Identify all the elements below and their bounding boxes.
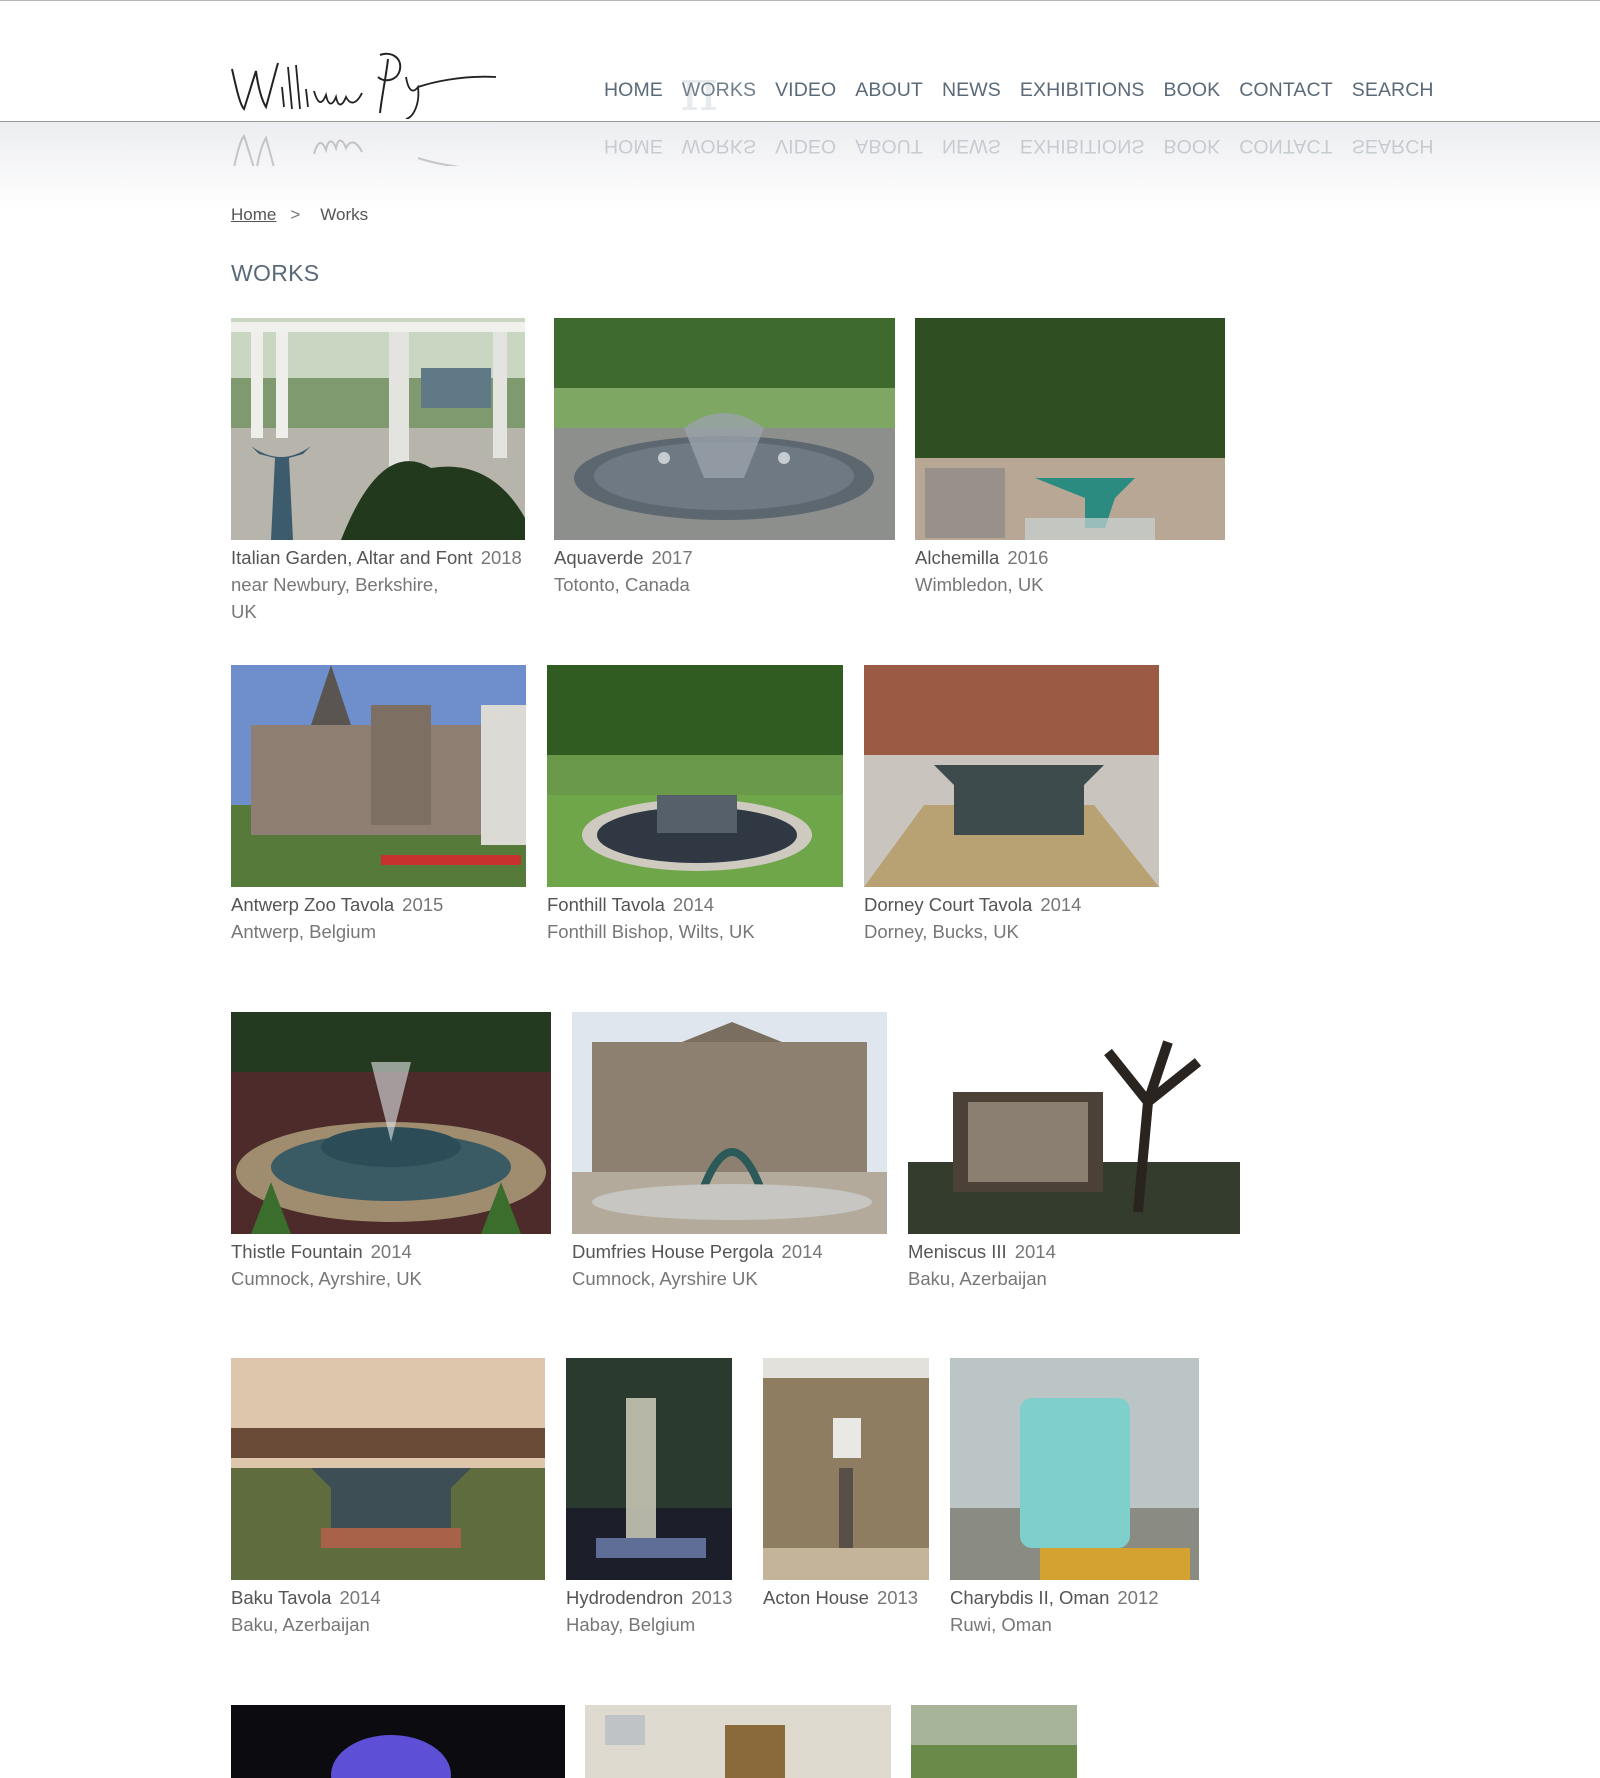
work-thumbnail-image[interactable] bbox=[950, 1358, 1199, 1580]
breadcrumb-separator: > bbox=[290, 205, 301, 224]
work-year: 2016 bbox=[1007, 547, 1049, 568]
work-thumbnail-image[interactable] bbox=[547, 665, 843, 887]
work-year: 2014 bbox=[1014, 1241, 1056, 1262]
logo-reflection-icon bbox=[230, 126, 502, 166]
work-year: 2015 bbox=[402, 894, 444, 915]
work-thumbnail-image[interactable] bbox=[915, 318, 1225, 540]
work-location: Fonthill Bishop, Wilts, UK bbox=[547, 921, 755, 942]
nav-reflection-video: VIDEO bbox=[775, 135, 837, 157]
work-year: 2017 bbox=[651, 547, 693, 568]
work-title[interactable]: Aquaverde bbox=[554, 547, 643, 568]
work-location: Antwerp, Belgium bbox=[231, 921, 376, 942]
work-title[interactable]: Thistle Fountain bbox=[231, 1241, 363, 1262]
nav-reflection-news: NEWS bbox=[941, 135, 1001, 157]
work-card[interactable]: Meniscus III 2014 Baku, Azerbaijan bbox=[908, 1012, 1240, 1292]
work-title[interactable]: Alchemilla bbox=[915, 547, 999, 568]
work-card[interactable]: Dumfries House Pergola 2014 Cumnock, Ayrs… bbox=[572, 1012, 887, 1292]
nav-book[interactable]: BOOK bbox=[1163, 79, 1220, 102]
work-title[interactable]: Antwerp Zoo Tavola bbox=[231, 894, 394, 915]
work-title[interactable]: Dumfries House Pergola bbox=[572, 1241, 774, 1262]
work-title[interactable]: Hydrodendron bbox=[566, 1587, 683, 1608]
nav-about[interactable]: ABOUT bbox=[855, 79, 923, 102]
work-year: 2014 bbox=[370, 1241, 412, 1262]
work-location: Cumnock, Ayrshire, UK bbox=[231, 1268, 422, 1289]
breadcrumb-home-link[interactable]: Home bbox=[231, 205, 276, 224]
work-card[interactable]: Italian Garden, Altar and Font 2018 near … bbox=[231, 318, 525, 625]
work-location: Dorney, Bucks, UK bbox=[864, 921, 1019, 942]
work-thumbnail-image[interactable] bbox=[566, 1358, 732, 1580]
work-thumbnail-image[interactable] bbox=[231, 665, 526, 887]
nav-home[interactable]: HOME bbox=[604, 79, 663, 102]
nav-reflection-home: HOME bbox=[604, 135, 663, 157]
nav-reflection-search: SEARCH bbox=[1351, 135, 1434, 157]
work-location: Habay, Belgium bbox=[566, 1614, 696, 1635]
work-title[interactable]: Italian Garden, Altar and Font bbox=[231, 547, 473, 568]
work-year: 2013 bbox=[691, 1587, 733, 1608]
work-thumbnail-image[interactable] bbox=[554, 318, 895, 540]
work-card[interactable]: Hydrodendron 2013 Habay, Belgium bbox=[566, 1358, 732, 1638]
work-location: Baku, Azerbaijan bbox=[231, 1614, 370, 1635]
work-title[interactable]: Dorney Court Tavola bbox=[864, 894, 1032, 915]
nav-reflection-book: BOOK bbox=[1163, 135, 1221, 157]
logo-link[interactable] bbox=[230, 47, 502, 120]
work-year: 2018 bbox=[480, 547, 522, 568]
nav-news[interactable]: NEWS bbox=[942, 79, 1001, 102]
work-title[interactable]: Baku Tavola bbox=[231, 1587, 331, 1608]
nav-contact[interactable]: CONTACT bbox=[1239, 79, 1333, 102]
nav-search[interactable]: SEARCH bbox=[1352, 79, 1434, 102]
work-thumbnail-image[interactable] bbox=[231, 1705, 565, 1778]
work-title[interactable]: Acton House bbox=[763, 1587, 869, 1608]
work-thumbnail-image[interactable] bbox=[911, 1705, 1077, 1778]
main-nav: HOME WORKS VIDEO ABOUT NEWS EXHIBITIONS … bbox=[604, 79, 1453, 102]
work-title[interactable]: Meniscus III bbox=[908, 1241, 1007, 1262]
work-location: Cumnock, Ayrshire UK bbox=[572, 1268, 758, 1289]
work-year: 2014 bbox=[339, 1587, 381, 1608]
work-card[interactable]: Alchemilla 2016 Wimbledon, UK bbox=[915, 318, 1225, 598]
work-location: Ruwi, Oman bbox=[950, 1614, 1052, 1635]
work-location-line2: UK bbox=[231, 601, 257, 622]
work-card[interactable]: Fonthill Tavola 2014 Fonthill Bishop, Wil… bbox=[547, 665, 843, 945]
work-location: near Newbury, Berkshire, bbox=[231, 574, 439, 595]
nav-reflection-contact: CONTACT bbox=[1239, 135, 1333, 157]
nav-reflection-works: WORKS bbox=[681, 135, 757, 157]
page-title: WORKS bbox=[231, 260, 320, 286]
work-card[interactable]: Acton House 2013 bbox=[763, 1358, 929, 1611]
work-card[interactable]: Dorney Court Tavola 2014 Dorney, Bucks, U… bbox=[864, 665, 1159, 945]
work-year: 2012 bbox=[1117, 1587, 1159, 1608]
signature-logo-icon bbox=[231, 52, 497, 120]
work-card[interactable]: Charybdis II, Oman 2012 Ruwi, Oman bbox=[950, 1358, 1199, 1638]
breadcrumb-current: Works bbox=[320, 205, 369, 224]
work-thumbnail-image[interactable] bbox=[864, 665, 1159, 887]
work-year: 2014 bbox=[672, 894, 715, 915]
work-thumbnail-image[interactable] bbox=[908, 1012, 1240, 1234]
work-card[interactable]: Thistle Fountain 2014 Cumnock, Ayrshire, … bbox=[231, 1012, 551, 1292]
work-thumbnail-image[interactable] bbox=[231, 318, 525, 540]
work-location: Wimbledon, UK bbox=[915, 574, 1044, 595]
work-card[interactable]: Baku Tavola 2014 Baku, Azerbaijan bbox=[231, 1358, 545, 1638]
nav-reflection: HOME WORKS VIDEO ABOUT NEWS EXHIBITIONS … bbox=[604, 134, 1453, 157]
nav-reflection-about: ABOUT bbox=[855, 135, 923, 157]
work-year: 2014 bbox=[1040, 894, 1082, 915]
work-title[interactable]: Charybdis II, Oman bbox=[950, 1587, 1109, 1608]
nav-reflection-exhibitions: EXHIBITIONS bbox=[1019, 135, 1145, 157]
work-thumbnail-image[interactable] bbox=[231, 1012, 551, 1234]
work-thumbnail-image[interactable] bbox=[763, 1358, 929, 1580]
nav-exhibitions[interactable]: EXHIBITIONS bbox=[1020, 79, 1145, 102]
work-location: Baku, Azerbaijan bbox=[908, 1268, 1047, 1289]
nav-works[interactable]: WORKS bbox=[682, 79, 756, 102]
work-thumbnail-image[interactable] bbox=[231, 1358, 545, 1580]
work-location: Totonto, Canada bbox=[554, 574, 690, 595]
breadcrumb: Home > Works bbox=[231, 205, 368, 225]
work-thumbnail-image[interactable] bbox=[572, 1012, 887, 1234]
work-card[interactable]: Aquaverde 2017 Totonto, Canada bbox=[554, 318, 895, 598]
work-thumbnail-image[interactable] bbox=[585, 1705, 891, 1778]
work-year: 2013 bbox=[876, 1587, 919, 1608]
work-title[interactable]: Fonthill Tavola bbox=[547, 894, 665, 915]
work-year: 2014 bbox=[781, 1241, 823, 1262]
site-header: π HOME WORKS VIDEO ABOUT NEWS EXHIBITION… bbox=[0, 0, 1600, 122]
work-card[interactable]: Antwerp Zoo Tavola 2015 Antwerp, Belgium bbox=[231, 665, 526, 945]
nav-video[interactable]: VIDEO bbox=[775, 79, 836, 102]
